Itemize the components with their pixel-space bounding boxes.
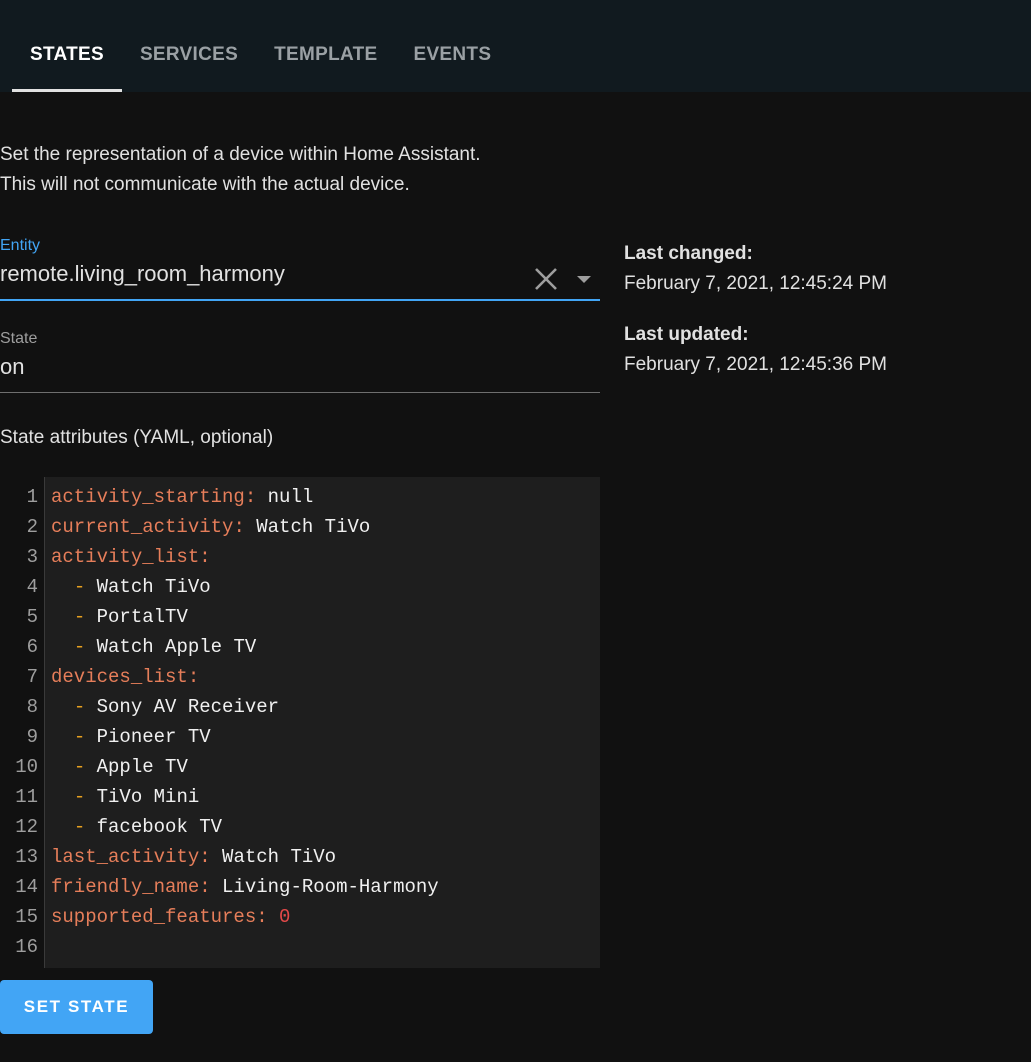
line-number: 7 bbox=[26, 666, 38, 688]
entity-label: Entity bbox=[0, 237, 41, 254]
yaml-value: Watch TiVo bbox=[222, 846, 337, 868]
attributes-label: State attributes (YAML, optional) bbox=[0, 427, 274, 448]
line-content: - PortalTV bbox=[73, 606, 188, 628]
code-line[interactable]: 2 current_activity: Watch TiVo bbox=[0, 512, 600, 542]
yaml-key: supported_features bbox=[51, 906, 257, 928]
code-line[interactable]: 10 - Apple TV bbox=[0, 752, 600, 782]
code-line[interactable]: 1 activity_starting: null bbox=[0, 482, 600, 512]
code-line[interactable]: 7 devices_list: bbox=[0, 662, 600, 692]
code-line[interactable]: 16 bbox=[0, 932, 600, 962]
yaml-key: activity_list bbox=[51, 546, 200, 568]
line-number: 8 bbox=[26, 696, 38, 718]
line-content: supported_features: 0 bbox=[51, 906, 291, 928]
line-number: 6 bbox=[26, 636, 38, 658]
line-content: last_activity: Watch TiVo bbox=[51, 846, 337, 868]
line-content: friendly_name: Living-Room-Harmony bbox=[51, 876, 439, 898]
code-lines[interactable]: 1 activity_starting: null 2 current_activit… bbox=[0, 482, 600, 962]
tab-states[interactable]: STATES bbox=[12, 0, 122, 92]
last-updated: Last updated: February 7, 2021, 12:45:36… bbox=[624, 320, 887, 380]
tab-template[interactable]: TEMPLATE bbox=[256, 0, 395, 92]
description-line-1: Set the representation of a device withi… bbox=[0, 144, 481, 165]
line-content: - Sony AV Receiver bbox=[73, 696, 280, 718]
close-icon[interactable] bbox=[534, 267, 558, 291]
line-number: 11 bbox=[15, 786, 38, 808]
yaml-value: Watch TiVo bbox=[256, 516, 371, 538]
line-number: 16 bbox=[15, 936, 38, 958]
yaml-key: last_activity bbox=[51, 846, 200, 868]
yaml-list-item: PortalTV bbox=[96, 606, 188, 628]
line-number: 15 bbox=[15, 906, 38, 928]
line-number: 4 bbox=[26, 576, 38, 598]
code-line[interactable]: 9 - Pioneer TV bbox=[0, 722, 600, 752]
line-number: 12 bbox=[15, 816, 38, 838]
code-line[interactable]: 14 friendly_name: Living-Room-Harmony bbox=[0, 872, 600, 902]
code-line[interactable]: 4 - Watch TiVo bbox=[0, 572, 600, 602]
line-content: activity_list: bbox=[51, 546, 211, 568]
line-content: - Apple TV bbox=[73, 756, 188, 778]
tab-events[interactable]: EVENTS bbox=[395, 0, 509, 92]
yaml-list-item: TiVo Mini bbox=[96, 786, 200, 808]
last-updated-label: Last updated: bbox=[624, 324, 749, 345]
yaml-key: current_activity bbox=[51, 516, 234, 538]
line-content: - TiVo Mini bbox=[73, 786, 200, 808]
yaml-list-item: Pioneer TV bbox=[96, 726, 211, 748]
line-number: 14 bbox=[15, 876, 38, 898]
yaml-value: Living-Room-Harmony bbox=[222, 876, 439, 898]
code-line[interactable]: 5 - PortalTV bbox=[0, 602, 600, 632]
code-line[interactable]: 8 - Sony AV Receiver bbox=[0, 692, 600, 722]
state-field[interactable]: State on bbox=[0, 330, 600, 393]
code-line[interactable]: 13 last_activity: Watch TiVo bbox=[0, 842, 600, 872]
line-number: 2 bbox=[26, 516, 38, 538]
last-changed-value: February 7, 2021, 12:45:24 PM bbox=[624, 273, 887, 294]
top-tab-bar: STATES SERVICES TEMPLATE EVENTS bbox=[0, 0, 1031, 92]
line-number: 3 bbox=[26, 546, 38, 568]
description-line-2: This will not communicate with the actua… bbox=[0, 174, 410, 195]
yaml-list-item: Watch Apple TV bbox=[96, 636, 257, 658]
yaml-number: 0 bbox=[279, 906, 291, 928]
line-number: 10 bbox=[15, 756, 38, 778]
entity-input[interactable]: remote.living_room_harmony bbox=[0, 261, 600, 287]
last-changed-label: Last changed: bbox=[624, 243, 753, 264]
yaml-value: null bbox=[267, 486, 314, 508]
set-state-button[interactable]: SET STATE bbox=[0, 980, 153, 1034]
yaml-key: friendly_name bbox=[51, 876, 200, 898]
line-content: - Watch TiVo bbox=[73, 576, 211, 598]
yaml-editor[interactable]: 1 activity_starting: null 2 current_activit… bbox=[0, 477, 600, 968]
state-label: State bbox=[0, 330, 38, 347]
yaml-key: devices_list bbox=[51, 666, 188, 688]
entity-icons bbox=[534, 267, 592, 291]
line-number: 5 bbox=[26, 606, 38, 628]
yaml-list-item: Apple TV bbox=[96, 756, 188, 778]
entity-picker[interactable]: Entity remote.living_room_harmony bbox=[0, 237, 600, 301]
code-line[interactable]: 6 - Watch Apple TV bbox=[0, 632, 600, 662]
line-number: 1 bbox=[26, 486, 38, 508]
last-updated-value: February 7, 2021, 12:45:36 PM bbox=[624, 354, 887, 375]
yaml-list-item: facebook TV bbox=[96, 816, 223, 838]
line-content: devices_list: bbox=[51, 666, 200, 688]
line-content: - Watch Apple TV bbox=[73, 636, 257, 658]
dropdown-arrow-icon[interactable] bbox=[576, 274, 592, 284]
code-line[interactable]: 3 activity_list: bbox=[0, 542, 600, 572]
tab-services[interactable]: SERVICES bbox=[122, 0, 256, 92]
line-number: 13 bbox=[15, 846, 38, 868]
last-changed: Last changed: February 7, 2021, 12:45:24… bbox=[624, 239, 887, 299]
code-line[interactable]: 11 - TiVo Mini bbox=[0, 782, 600, 812]
line-content: - Pioneer TV bbox=[73, 726, 211, 748]
yaml-key: activity_starting bbox=[51, 486, 245, 508]
page-description: Set the representation of a device withi… bbox=[0, 140, 481, 200]
line-content: current_activity: Watch TiVo bbox=[51, 516, 371, 538]
yaml-list-item: Sony AV Receiver bbox=[96, 696, 280, 718]
code-line[interactable]: 12 - facebook TV bbox=[0, 812, 600, 842]
state-input[interactable]: on bbox=[0, 354, 600, 380]
yaml-list-item: Watch TiVo bbox=[96, 576, 211, 598]
line-content: - facebook TV bbox=[73, 816, 223, 838]
tab-list: STATES SERVICES TEMPLATE EVENTS bbox=[12, 0, 509, 92]
code-line[interactable]: 15 supported_features: 0 bbox=[0, 902, 600, 932]
line-number: 9 bbox=[26, 726, 38, 748]
line-content bbox=[38, 932, 51, 962]
line-content: activity_starting: null bbox=[51, 486, 314, 508]
